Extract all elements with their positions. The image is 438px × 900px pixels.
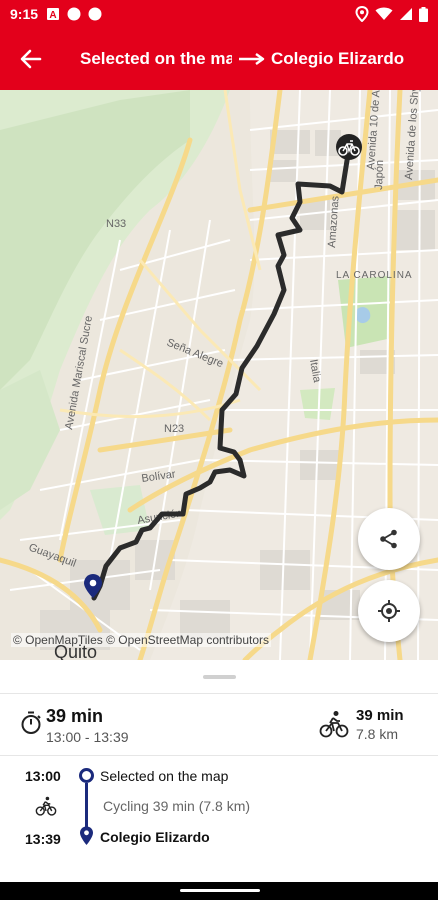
- destination-pin-icon: [80, 826, 93, 845]
- crosshair-icon: [378, 600, 400, 622]
- map-view[interactable]: N33 LA CAROLINA Seña Alegre N23 Bolívar …: [0, 90, 438, 660]
- origin-marker: [79, 768, 94, 783]
- arrival-time: 13:39: [25, 831, 61, 847]
- origin-name: Selected on the map: [100, 768, 229, 784]
- back-button[interactable]: [0, 28, 62, 90]
- leg-description: Cycling 39 min (7.8 km): [103, 798, 251, 814]
- signal-icon: [400, 8, 412, 20]
- svg-text:A: A: [49, 10, 56, 21]
- map-label-la-carolina: LA CAROLINA: [336, 270, 413, 281]
- route-title: Selected on the map Colegio Elizardo: [62, 49, 438, 69]
- leg-details[interactable]: 13:00 13:39 Selected on the map Cycling …: [0, 756, 438, 856]
- map-canvas: N33 LA CAROLINA Seña Alegre N23 Bolívar …: [0, 90, 438, 660]
- route-destination: Colegio Elizardo: [271, 49, 405, 68]
- stopwatch-icon: [21, 711, 41, 734]
- status-time: 9:15: [10, 6, 39, 22]
- notification-a-icon: A: [47, 8, 60, 21]
- map-label-n23: N23: [164, 423, 184, 435]
- route-origin: Selected on the map: [80, 49, 232, 68]
- app-screen: 9:15 A Selected on the map Colegio Eliza…: [0, 0, 438, 900]
- trip-duration: 39 min: [46, 706, 104, 726]
- map-attribution[interactable]: © OpenMapTiles © OpenStreetMap contribut…: [11, 633, 272, 647]
- long-arrow-right-icon: [238, 52, 265, 66]
- circle-icon: [67, 7, 81, 21]
- trip-summary[interactable]: 39 min 13:00 - 13:39 39 min 7.8 km: [0, 694, 438, 754]
- circle-icon: [88, 7, 102, 21]
- map-label-n33: N33: [106, 218, 126, 230]
- home-indicator[interactable]: [180, 889, 260, 892]
- bicycle-rider-icon: [319, 711, 349, 738]
- app-bar: Selected on the map Colegio Elizardo: [0, 28, 438, 90]
- system-navigation-bar: [0, 882, 438, 900]
- locate-me-button[interactable]: [358, 580, 420, 642]
- leg-connector-line: [85, 783, 88, 830]
- share-button[interactable]: [358, 508, 420, 570]
- bicycle-marker-icon: [336, 134, 362, 160]
- share-icon: [380, 529, 397, 549]
- trip-time-range: 13:00 - 13:39: [46, 729, 129, 745]
- itinerary-sheet: 39 min 13:00 - 13:39 39 min 7.8 km 13:00…: [0, 660, 438, 882]
- status-bar: 9:15 A: [0, 0, 438, 28]
- location-icon: [355, 6, 369, 22]
- bicycle-rider-icon: [35, 796, 57, 816]
- mode-duration: 39 min: [356, 707, 404, 724]
- departure-time: 13:00: [25, 768, 61, 784]
- mode-distance: 7.8 km: [356, 726, 399, 742]
- wifi-icon: [375, 7, 393, 20]
- sheet-drag-handle[interactable]: [203, 675, 236, 679]
- arrow-left-icon: [20, 49, 42, 69]
- destination-name: Colegio Elizardo: [100, 829, 210, 845]
- map-city-label: Quito: [54, 642, 98, 660]
- battery-icon: [419, 6, 428, 22]
